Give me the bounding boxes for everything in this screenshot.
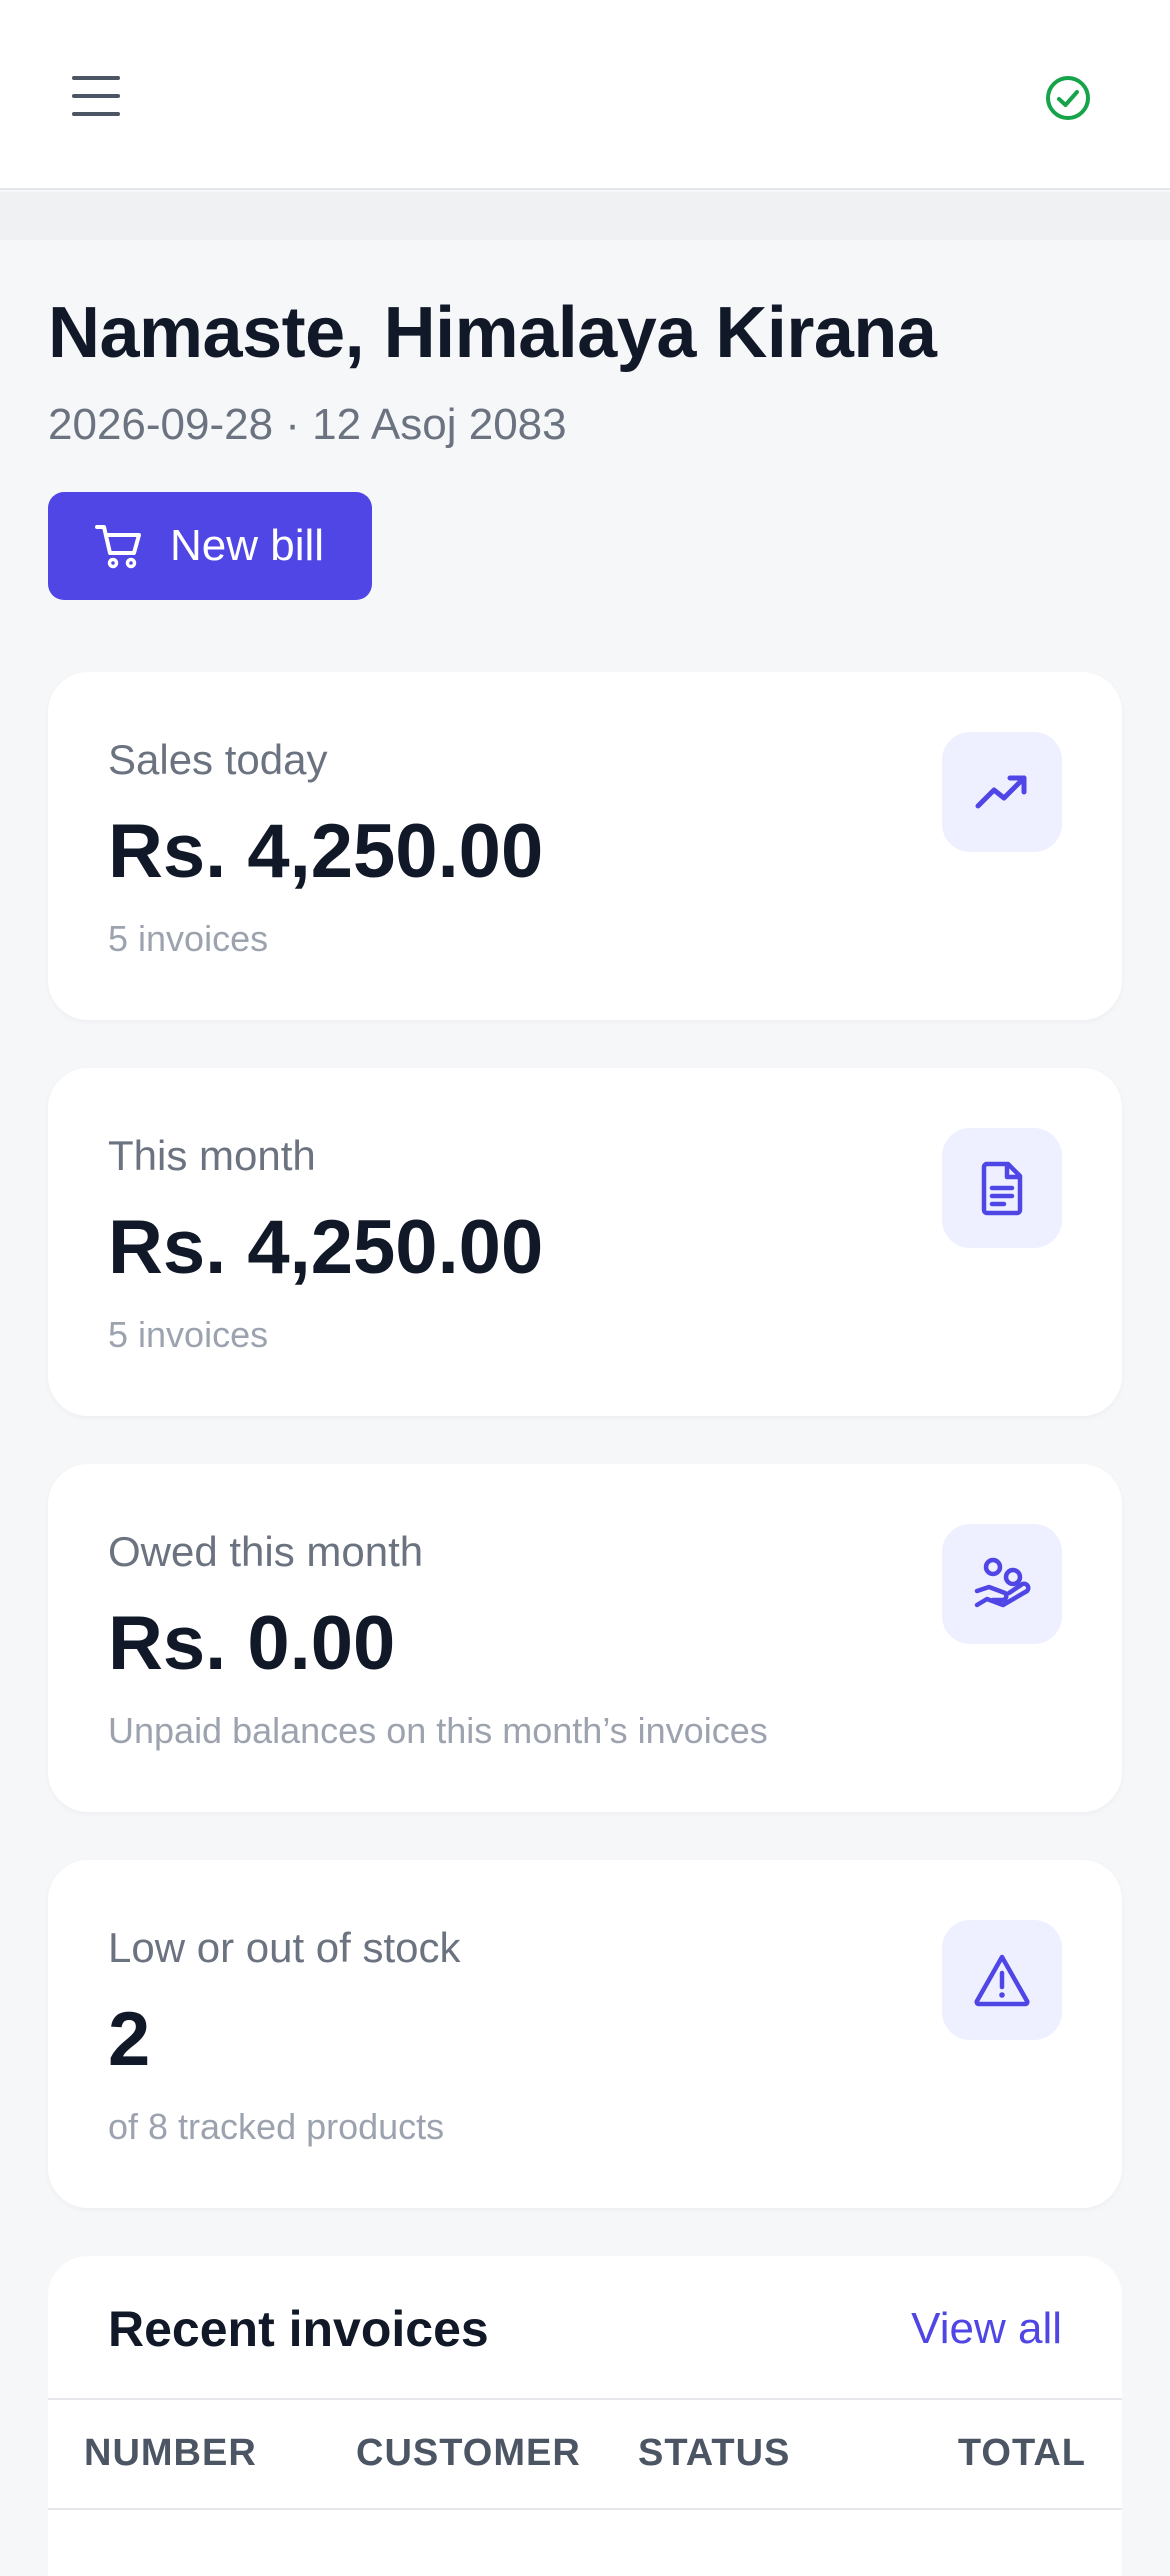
card-value: Rs. 0.00 <box>108 1601 396 1686</box>
card-label: Low or out of stock <box>108 1924 461 1971</box>
card-subtext: Unpaid balances on this month’s invoices <box>108 1710 768 1751</box>
card-subtext: 5 invoices <box>108 1314 269 1355</box>
cart-icon <box>94 520 146 572</box>
new-bill-button[interactable]: New bill <box>48 492 372 600</box>
document-icon <box>942 1128 1062 1248</box>
top-app-bar <box>0 0 1170 190</box>
card-subtext: of 8 tracked products <box>108 2106 445 2147</box>
sub-header-strip <box>0 192 1170 240</box>
recent-invoices-panel: Recent invoices View all NUMBER CUSTOMER… <box>48 2256 1122 2576</box>
date-subtitle: 2026-09-28 · 12 Asoj 2083 <box>48 400 567 449</box>
owed-this-month-card[interactable]: Owed this month Rs. 0.00 Unpaid balances… <box>48 1464 1122 1812</box>
trending-up-icon <box>942 732 1062 852</box>
column-header-status[interactable]: STATUS <box>638 2432 790 2475</box>
sales-today-card[interactable]: Sales today Rs. 4,250.00 5 invoices <box>48 672 1122 1020</box>
new-bill-label: New bill <box>170 521 325 570</box>
warning-triangle-icon <box>942 1920 1062 2040</box>
card-value: Rs. 4,250.00 <box>108 809 544 894</box>
page-title: Namaste, Himalaya Kirana <box>48 293 937 373</box>
column-header-number[interactable]: NUMBER <box>84 2432 257 2475</box>
this-month-card[interactable]: This month Rs. 4,250.00 5 invoices <box>48 1068 1122 1416</box>
recent-invoices-title: Recent invoices <box>108 2301 489 2357</box>
card-label: Sales today <box>108 736 328 783</box>
card-label: This month <box>108 1132 316 1179</box>
card-subtext: 5 invoices <box>108 918 269 959</box>
view-all-link[interactable]: View all <box>911 2304 1062 2354</box>
invoices-table-header: NUMBER CUSTOMER STATUS TOTAL <box>48 2398 1122 2510</box>
card-label: Owed this month <box>108 1528 424 1575</box>
column-header-total[interactable]: TOTAL <box>958 2432 1086 2475</box>
low-stock-card[interactable]: Low or out of stock 2 of 8 tracked produ… <box>48 1860 1122 2208</box>
card-value: Rs. 4,250.00 <box>108 1205 544 1290</box>
hamburger-menu-icon[interactable] <box>64 70 128 122</box>
check-circle-icon[interactable] <box>1040 70 1096 126</box>
column-header-customer[interactable]: CUSTOMER <box>356 2432 581 2475</box>
card-value: 2 <box>108 1997 151 2082</box>
hand-coins-icon <box>942 1524 1062 1644</box>
